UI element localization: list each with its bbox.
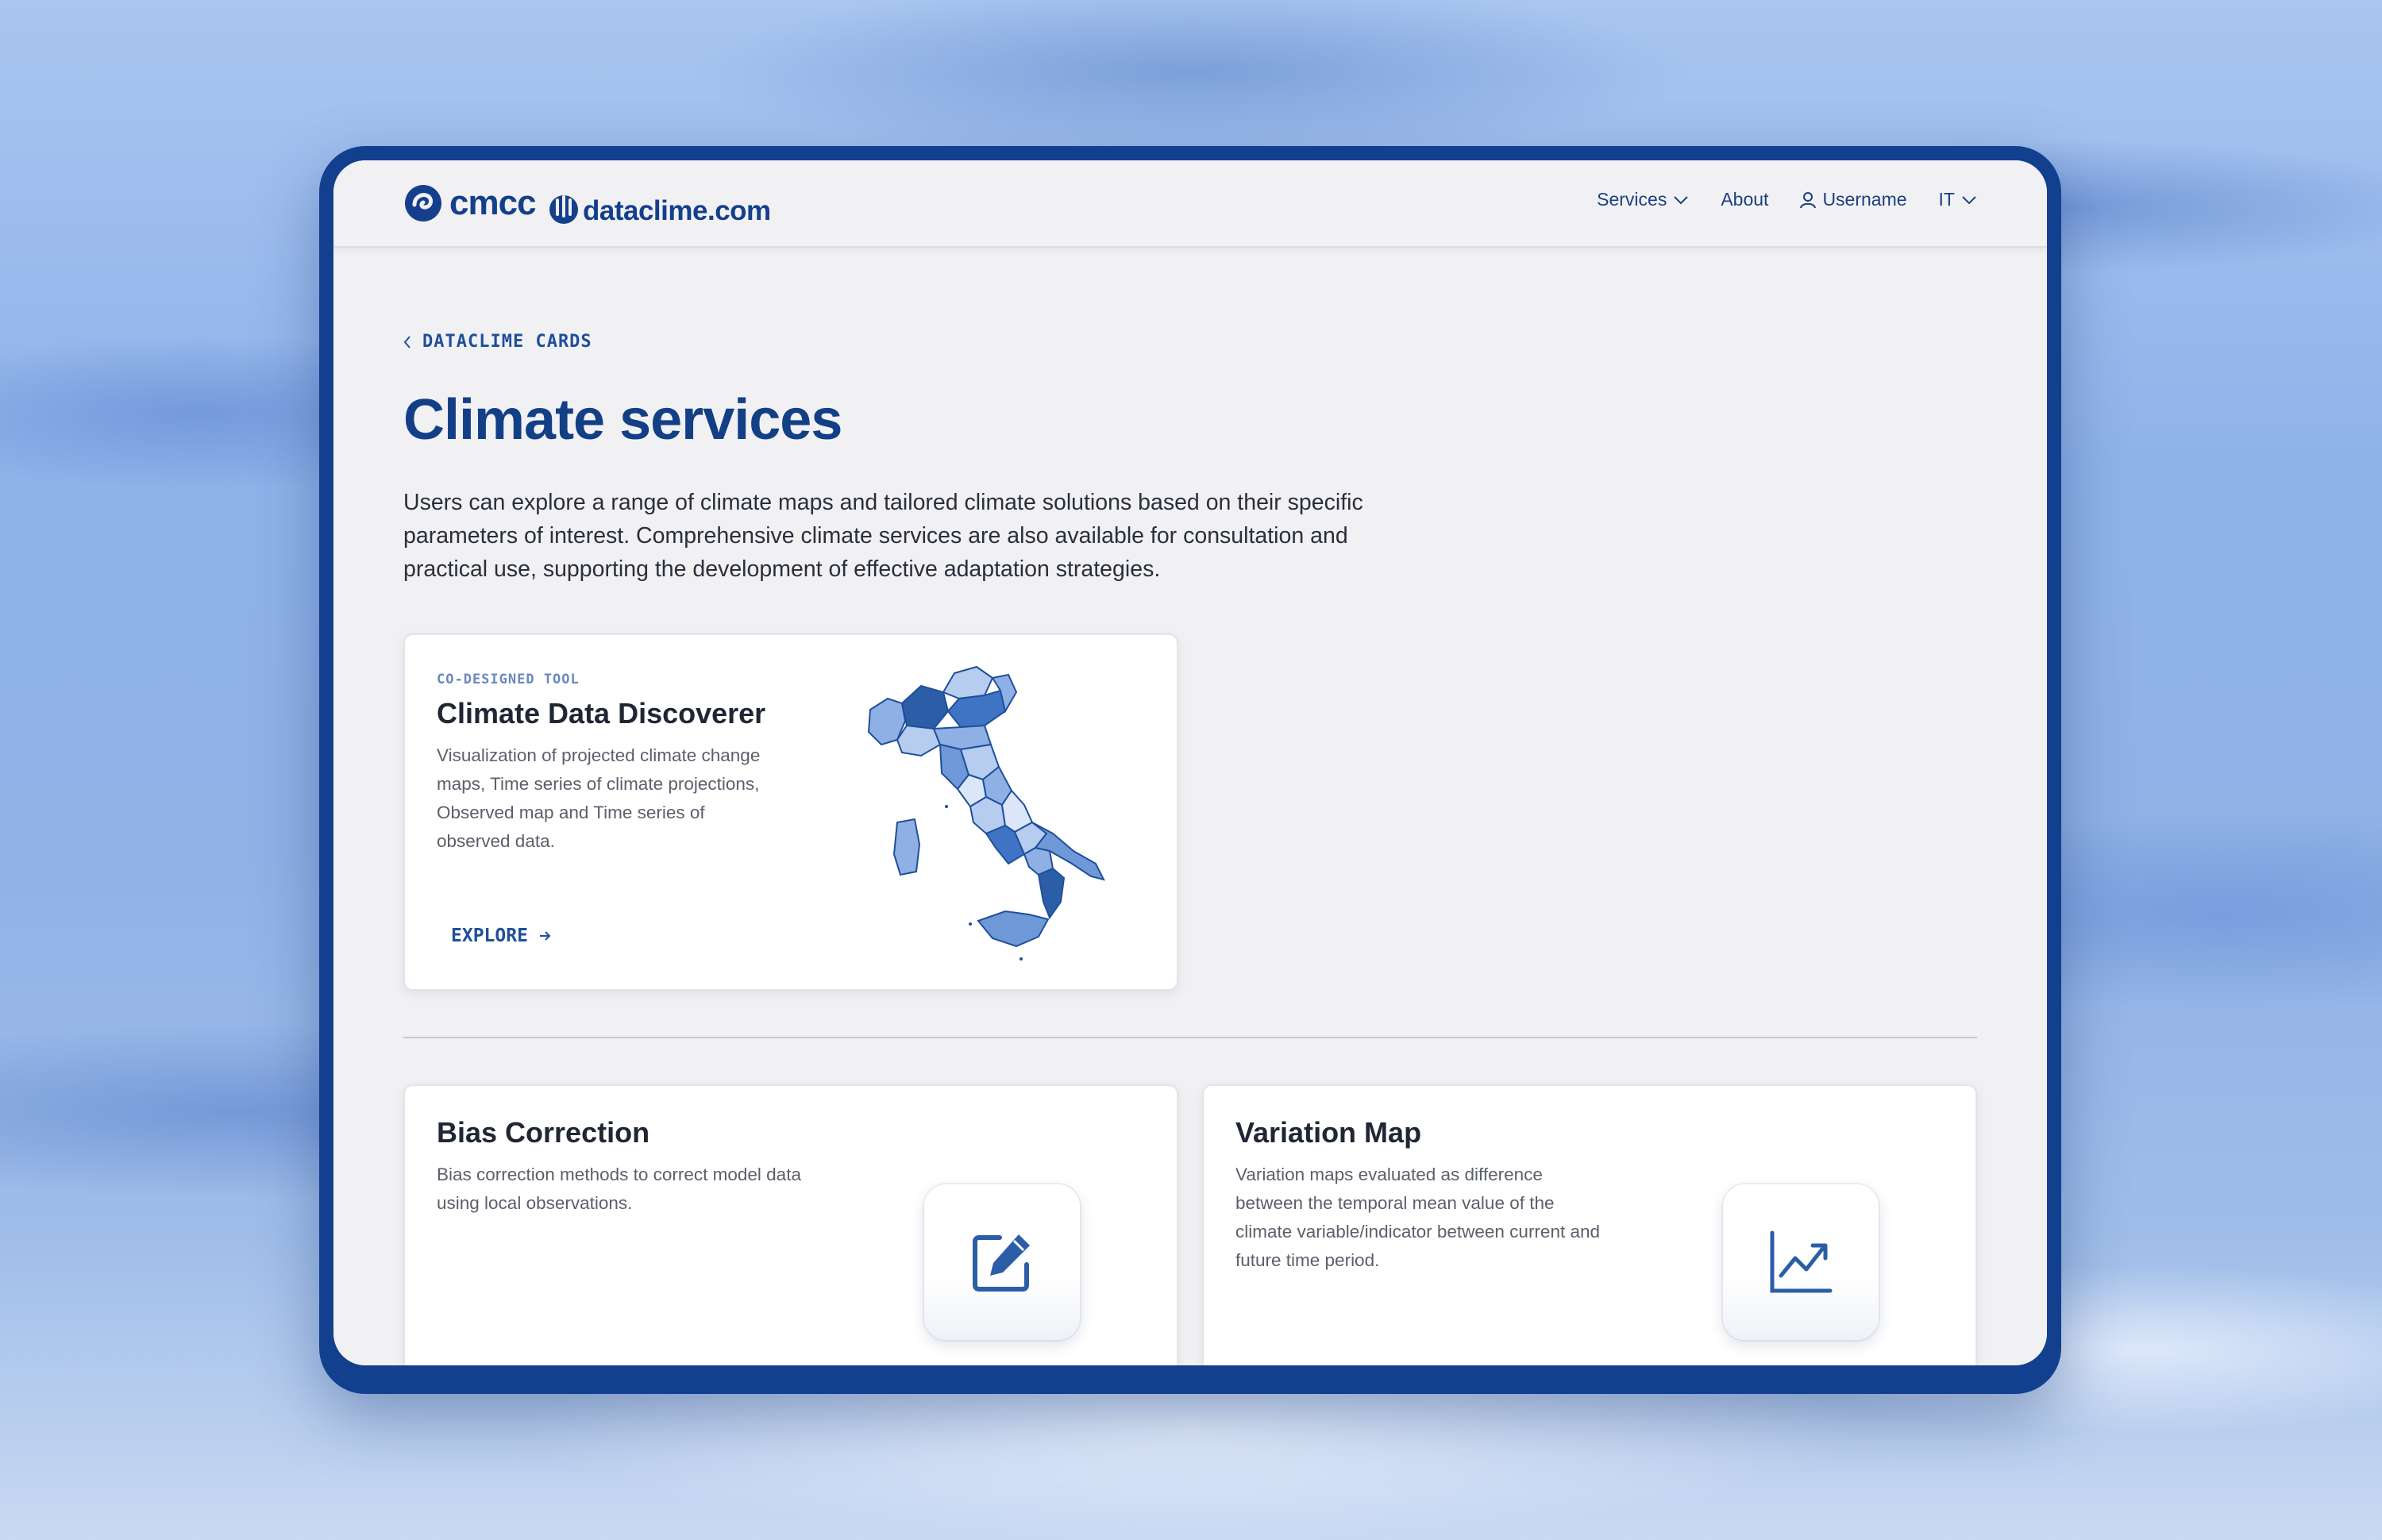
dataclime-logo-text: dataclime.com [583,195,771,226]
breadcrumb[interactable]: DATACLIME CARDS [403,332,592,352]
nav-services[interactable]: Services [1597,189,1689,210]
device-frame: cmcc dataclime.com Services About Userna… [319,146,2061,1394]
nav-user[interactable]: Username [1800,189,1907,210]
cmcc-logo-text: cmcc [449,183,537,222]
page-intro: Users can explore a range of climate map… [403,490,1363,582]
card-description: Bias correction methods to correct model… [437,1165,801,1213]
card-description: Visualization of projected climate chang… [437,745,761,851]
cmcc-logo[interactable]: cmcc [403,181,537,225]
card-icon-tile [924,1184,1080,1340]
breadcrumb-label: DATACLIME CARDS [422,332,592,352]
nav-menu: Services About Username IT [1597,189,1977,210]
page-title: Climate services [403,388,842,452]
italy-map-illustration [867,665,1105,961]
chevron-down-icon [1674,195,1689,204]
card-eyebrow: CO-DESIGNED TOOL [437,672,580,687]
dataclime-logo[interactable]: dataclime.com [548,179,771,227]
nav-language[interactable]: IT [1939,189,1977,210]
featured-card-climate-data-discoverer[interactable]: CO-DESIGNED TOOL Climate Data Discoverer… [403,633,1178,991]
trend-chart-icon [1770,1230,1833,1293]
nav-language-label: IT [1938,189,1955,210]
chevron-left-icon [403,335,410,348]
user-icon [1800,191,1817,208]
nav-about-label: About [1721,189,1769,210]
explore-button[interactable]: EXPLORE [451,926,552,946]
arrow-right-icon [539,931,551,941]
card-title: Bias Correction [437,1116,650,1149]
nav-services-label: Services [1597,189,1667,210]
card-title: Climate Data Discoverer [437,697,766,730]
edit-icon [973,1234,1030,1292]
card-variation-map[interactable]: Variation Map Variation maps evaluated a… [1202,1084,1977,1365]
card-description: Variation maps evaluated as difference b… [1235,1165,1600,1270]
top-navbar: cmcc dataclime.com Services About Userna… [333,160,2047,248]
nav-username-label: Username [1822,189,1907,210]
browser-viewport: cmcc dataclime.com Services About Userna… [333,160,2047,1365]
card-icon-tile [1723,1184,1879,1340]
section-divider [403,1037,1977,1038]
cmcc-swirl-icon [405,185,441,221]
card-bias-correction[interactable]: Bias Correction Bias correction methods … [403,1084,1178,1365]
dataclime-mark-icon [549,195,578,224]
card-title: Variation Map [1235,1116,1422,1149]
nav-about[interactable]: About [1721,189,1768,210]
explore-label: EXPLORE [451,926,528,946]
chevron-down-icon [1962,195,1976,204]
